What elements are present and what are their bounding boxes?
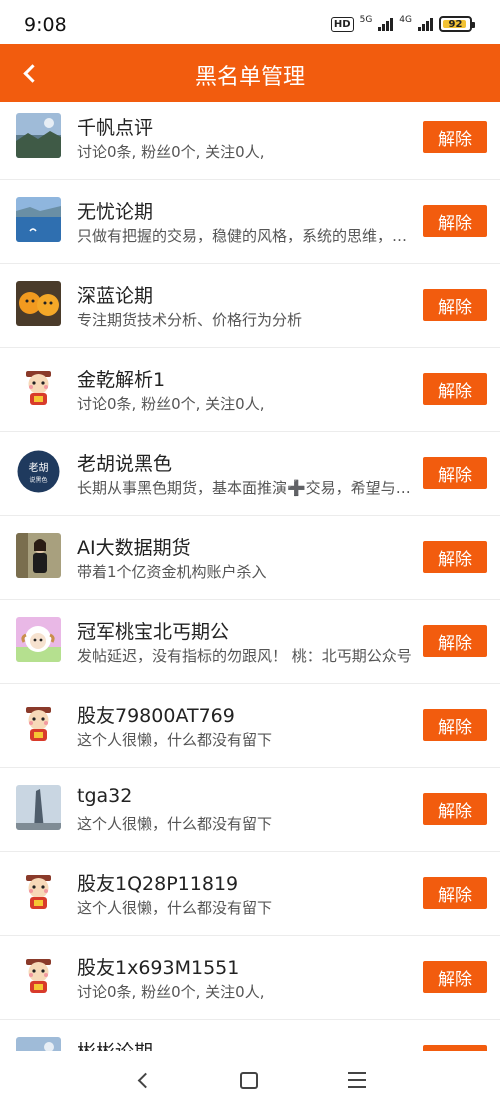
unblock-button[interactable]: 解除 <box>423 289 487 321</box>
avatar[interactable] <box>16 197 61 242</box>
unblock-button[interactable]: 解除 <box>423 961 487 993</box>
list-item[interactable]: 股友79800AT769 这个人很懒，什么都没有留下 解除 <box>0 684 500 768</box>
list-item[interactable]: 深蓝论期专注期货技术分析、价格行为分析 解除 <box>0 264 500 348</box>
user-name[interactable]: 无忧论期 <box>77 197 153 224</box>
user-description: 这个人很懒，什么都没有留下 <box>77 731 273 749</box>
list-item[interactable]: 冠军桃宝北丐期公发帖延迟，没有指标的勿跟风！ 桃：北丐期公众号 解除 <box>0 600 500 684</box>
status-bar: 9:08 HD 5G 4G 92 <box>0 0 500 44</box>
unblock-button[interactable]: 解除 <box>423 121 487 153</box>
status-icons: HD 5G 4G 92 <box>330 14 475 34</box>
user-name[interactable]: tga32 <box>77 785 132 807</box>
avatar[interactable] <box>16 281 61 326</box>
list-item[interactable]: 千帆点评讨论0条, 粉丝0个, 关注0人, 解除 <box>0 96 500 180</box>
hd-icon: HD <box>330 16 354 32</box>
blacklist[interactable]: 千帆点评 讨论0条, 粉丝0个, 关注0人, 解除 无忧论期 只做有把握的交易，稳健的风… <box>0 96 500 1051</box>
system-nav-bar <box>0 1051 500 1111</box>
user-description: 只做有把握的交易，稳健的风格，系统的思维，长期的坚持 <box>77 227 417 245</box>
list-item[interactable]: 股友1x693M1551 讨论0条, 粉丝0个, 关注0人, 解除 <box>0 936 500 1020</box>
avatar[interactable] <box>16 785 61 830</box>
svg-text:老胡: 老胡 <box>29 461 49 474</box>
user-description: 长期从事黑色期货，基本面推演➕交易，希望与大家共同进步 <box>77 479 417 497</box>
battery-icon: 92 <box>439 16 475 32</box>
user-name[interactable]: 股友1x693M1551 <box>77 953 239 980</box>
list-item[interactable]: 老胡说黑色老胡说黑色长期从事黑色期货，基本面推演➕交易，希望与大家共同进步解除 <box>0 432 500 516</box>
user-name[interactable]: 彬彬论期 <box>77 1037 153 1051</box>
unblock-button[interactable]: 解除 <box>423 877 487 909</box>
user-description: 发帖延迟，没有指标的勿跟风！ 桃：北丐期公众号 <box>77 647 412 665</box>
network-5g-label: 5G <box>359 14 373 25</box>
user-description: 带着1个亿资金机构账户杀入 <box>77 563 267 581</box>
mascot-icon[interactable] <box>16 365 61 410</box>
user-description: 这个人很懒，什么都没有留下 <box>77 899 273 917</box>
signal-5g-icon <box>378 17 394 31</box>
mascot-icon[interactable] <box>16 701 61 746</box>
user-name[interactable]: 冠军桃宝北丐期公 <box>77 617 229 644</box>
nav-back-icon <box>137 1072 154 1088</box>
app-header: 黑名单管理 <box>0 44 500 102</box>
network-4g-label: 4G <box>399 14 412 25</box>
user-description: 讨论0条, 粉丝0个, 关注0人, <box>77 143 265 161</box>
user-name[interactable]: 股友79800AT769 <box>77 701 235 728</box>
list-item[interactable]: AI大数据期货 带着1个亿资金机构账户杀入 解除 <box>0 516 500 600</box>
list-item[interactable]: 无忧论期只做有把握的交易，稳健的风格，系统的思维，长期的坚持解除 <box>0 180 500 264</box>
unblock-button[interactable]: 解除 <box>423 457 487 489</box>
user-description: 讨论0条, 粉丝0个, 关注0人, <box>77 395 265 413</box>
status-time: 9:08 <box>24 14 67 36</box>
unblock-button[interactable]: 解除 <box>423 205 487 237</box>
user-description: 专注期货技术分析、价格行为分析 <box>77 311 303 329</box>
nav-home-button[interactable] <box>240 1072 258 1089</box>
user-name[interactable]: 深蓝论期 <box>77 281 153 308</box>
avatar[interactable]: 老胡 说黑色 <box>16 449 61 494</box>
list-item[interactable]: 彬彬论期解除 <box>0 1020 500 1051</box>
user-description: 讨论0条, 粉丝0个, 关注0人, <box>77 983 265 1001</box>
mascot-icon[interactable] <box>16 953 61 998</box>
mascot-icon[interactable] <box>16 869 61 914</box>
avatar[interactable] <box>16 533 61 578</box>
page-title: 黑名单管理 <box>194 65 305 90</box>
battery-percent: 92 <box>448 18 463 30</box>
unblock-button[interactable]: 解除 <box>423 709 487 741</box>
avatar[interactable] <box>16 617 61 662</box>
list-item[interactable]: tga32 这个人很懒，什么都没有留下 解除 <box>0 768 500 852</box>
avatar[interactable] <box>16 1037 61 1051</box>
user-name[interactable]: 老胡说黑色 <box>77 449 172 476</box>
nav-menu-button[interactable] <box>348 1072 366 1088</box>
nav-back-button[interactable] <box>130 1067 156 1093</box>
user-name[interactable]: AI大数据期货 <box>77 533 191 560</box>
user-name[interactable]: 千帆点评 <box>77 113 153 140</box>
signal-4g-icon <box>418 17 433 31</box>
user-name[interactable]: 金乾解析1 <box>77 365 165 392</box>
unblock-button[interactable]: 解除 <box>423 373 487 405</box>
list-item[interactable]: 股友1Q28P11819 这个人很懒，什么都没有留下 解除 <box>0 852 500 936</box>
unblock-button[interactable]: 解除 <box>423 625 487 657</box>
svg-text:说黑色: 说黑色 <box>29 476 47 484</box>
list-item[interactable]: 金乾解析1 讨论0条, 粉丝0个, 关注0人, 解除 <box>0 348 500 432</box>
unblock-button[interactable]: 解除 <box>423 793 487 825</box>
user-name[interactable]: 股友1Q28P11819 <box>77 869 238 896</box>
unblock-button[interactable]: 解除 <box>423 541 487 573</box>
avatar[interactable] <box>16 113 61 158</box>
user-description: 这个人很懒，什么都没有留下 <box>77 815 273 833</box>
